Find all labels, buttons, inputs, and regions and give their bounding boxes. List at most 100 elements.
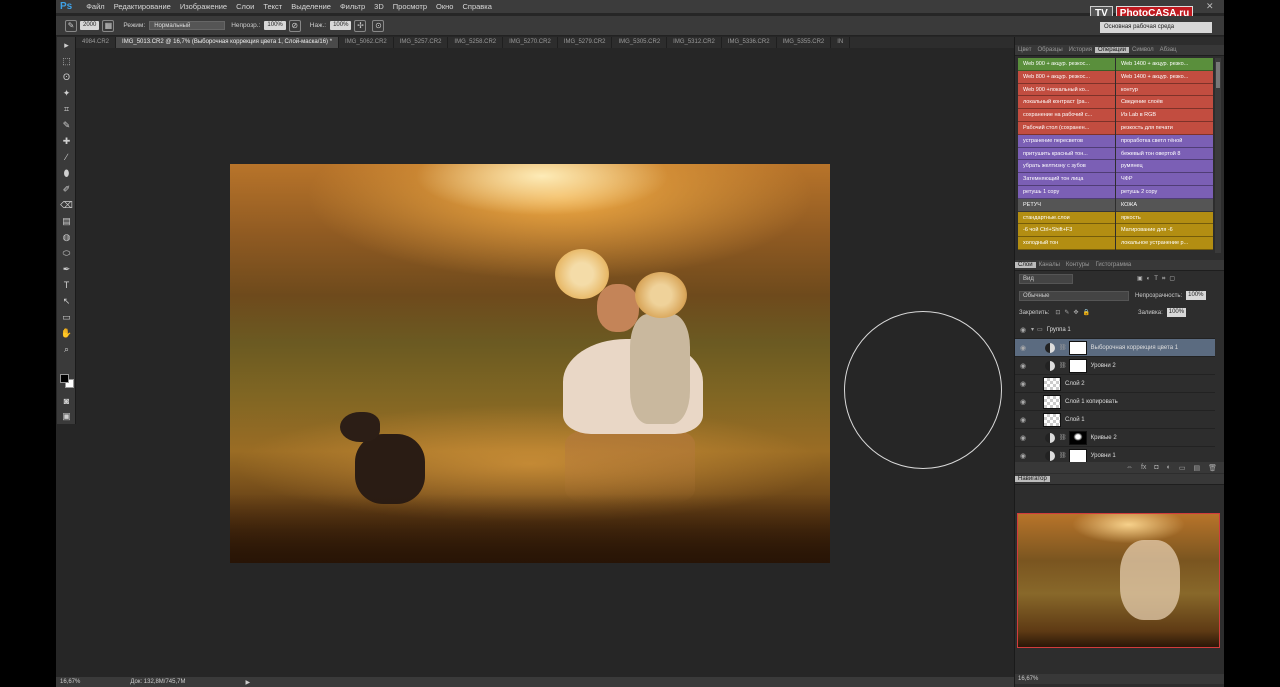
- doc-tab[interactable]: IMG_5270.CR2: [503, 37, 558, 48]
- adjustment-layer-icon[interactable]: ◐: [1167, 464, 1171, 471]
- zoom-tool-icon[interactable]: ⌕: [57, 341, 76, 357]
- history-brush-tool-icon[interactable]: ✐: [57, 181, 76, 197]
- eye-icon[interactable]: ◉: [1015, 434, 1031, 442]
- layer-thumb[interactable]: [1043, 376, 1061, 391]
- menu-file[interactable]: Файл: [86, 2, 104, 11]
- move-tool-icon[interactable]: ▸: [57, 37, 76, 53]
- new-layer-icon[interactable]: ▤: [1193, 464, 1200, 472]
- type-tool-icon[interactable]: T: [57, 277, 76, 293]
- action-button[interactable]: локальное устранение р...: [1116, 237, 1213, 250]
- action-button[interactable]: Затемняющий тон лица: [1018, 173, 1115, 186]
- pressure-opacity-icon[interactable]: ⊘: [288, 19, 301, 32]
- action-button[interactable]: проработка светл тёной: [1116, 134, 1213, 148]
- action-button[interactable]: Web 1400 + акцур. резко...: [1116, 70, 1213, 84]
- action-button[interactable]: яркость: [1116, 211, 1213, 225]
- navigator-preview[interactable]: [1017, 513, 1220, 648]
- doc-tab[interactable]: IMG_5257.CR2: [394, 37, 449, 48]
- tab-paths[interactable]: Контуры: [1063, 262, 1093, 268]
- action-button[interactable]: резкость для печати: [1116, 121, 1213, 135]
- shape-tool-icon[interactable]: ▭: [57, 309, 76, 325]
- action-button[interactable]: стандартные.слои: [1018, 211, 1115, 225]
- close-icon[interactable]: ✕: [1206, 1, 1214, 12]
- eye-icon[interactable]: ◉: [1015, 362, 1031, 370]
- link-layers-icon[interactable]: ⇔: [1126, 464, 1133, 471]
- mode-dropdown[interactable]: Нормальный: [149, 21, 226, 30]
- doc-tab[interactable]: IMG_5355.CR2: [777, 37, 832, 48]
- layer-row-layer-1-copy[interactable]: ◉ Слой 1 копировать: [1015, 393, 1215, 411]
- tab-actions[interactable]: Операции: [1094, 47, 1130, 53]
- layer-row-curves-2[interactable]: ◉ ⛓ Кривые 2: [1015, 429, 1215, 447]
- blend-mode-dropdown[interactable]: Обычные: [1019, 290, 1129, 301]
- gradient-tool-icon[interactable]: ▤: [57, 213, 76, 229]
- action-button[interactable]: устранение пересветов: [1018, 134, 1115, 148]
- layer-row-levels-2[interactable]: ◉ ⛓ Уровни 2: [1015, 357, 1215, 375]
- workspace-dropdown[interactable]: Основная рабочая среда: [1100, 22, 1212, 33]
- tab-swatches[interactable]: Образцы: [1034, 47, 1065, 53]
- action-button[interactable]: притушить красный тон...: [1018, 147, 1115, 161]
- layer-mask-thumb[interactable]: [1068, 340, 1087, 355]
- tab-layers[interactable]: Слои: [1015, 262, 1036, 268]
- tab-channels[interactable]: Каналы: [1036, 262, 1063, 268]
- eye-icon[interactable]: ◉: [1015, 380, 1031, 388]
- eye-icon[interactable]: ◉: [1015, 326, 1031, 334]
- doc-tab[interactable]: IMG_5062.CR2: [339, 37, 394, 48]
- action-button[interactable]: Web 800 + акцур. резкос...: [1018, 70, 1115, 84]
- action-button[interactable]: ЧФР: [1116, 173, 1213, 186]
- pen-tool-icon[interactable]: ✒: [57, 261, 76, 277]
- document-photo[interactable]: [230, 164, 830, 563]
- navigator-zoom[interactable]: 16,67%: [1015, 674, 1224, 684]
- layer-opacity-value[interactable]: 100%: [1186, 291, 1206, 300]
- status-zoom[interactable]: 16,67%: [60, 679, 80, 685]
- disclosure-icon[interactable]: ▾: [1031, 326, 1034, 333]
- layer-mask-thumb[interactable]: [1068, 448, 1087, 463]
- scrollbar-thumb[interactable]: [1216, 62, 1220, 88]
- layer-mask-thumb[interactable]: [1068, 358, 1087, 373]
- brush-preset-icon[interactable]: ✎: [65, 19, 77, 32]
- layer-thumb[interactable]: [1043, 412, 1061, 427]
- tab-history[interactable]: История: [1066, 47, 1095, 53]
- lock-icons[interactable]: ⊡✎✥🔒: [1055, 309, 1094, 316]
- action-button[interactable]: РЕТУЧ: [1018, 198, 1115, 212]
- eye-icon[interactable]: ◉: [1015, 344, 1031, 352]
- chain-icon[interactable]: ⛓: [1059, 434, 1067, 441]
- tab-paragraph[interactable]: Абзац: [1157, 47, 1180, 53]
- action-button[interactable]: ретушь 1 copy: [1018, 185, 1115, 199]
- opacity-value[interactable]: 100%: [264, 21, 286, 30]
- layer-row-layer-1[interactable]: ◉ Слой 1: [1015, 411, 1215, 429]
- doc-tab[interactable]: IN: [831, 37, 851, 48]
- action-button[interactable]: Из Lab в RGB: [1116, 109, 1213, 122]
- trash-icon[interactable]: 🗑: [1208, 464, 1217, 472]
- chain-icon[interactable]: ⛓: [1059, 362, 1067, 369]
- action-button[interactable]: контур: [1116, 83, 1213, 97]
- lasso-tool-icon[interactable]: ʘ: [57, 69, 76, 85]
- brush-tool-icon[interactable]: ∕: [57, 149, 76, 165]
- quick-mask-icon[interactable]: ◙: [57, 393, 76, 409]
- menu-image[interactable]: Изображение: [180, 2, 227, 11]
- action-button[interactable]: Сведение слоёв: [1116, 96, 1213, 110]
- eyedropper-tool-icon[interactable]: ✎: [57, 117, 76, 133]
- marquee-tool-icon[interactable]: ⬚: [57, 53, 76, 69]
- action-button[interactable]: сохранение на рабочий с...: [1018, 109, 1115, 122]
- fill-value[interactable]: 100%: [1166, 308, 1187, 317]
- crop-tool-icon[interactable]: ⌗: [57, 101, 76, 117]
- canvas-area[interactable]: [76, 48, 1014, 676]
- menu-filter[interactable]: Фильтр: [340, 2, 365, 11]
- chain-icon[interactable]: ⛓: [1059, 344, 1067, 351]
- eye-icon[interactable]: ◉: [1015, 398, 1031, 406]
- doc-tab[interactable]: IMG_5305.CR2: [612, 37, 668, 48]
- filter-icons[interactable]: ▣◐T⌗▢: [1137, 275, 1179, 283]
- foreground-color-swatch[interactable]: [60, 374, 69, 383]
- menu-view[interactable]: Просмотр: [393, 2, 427, 11]
- tab-character[interactable]: Символ: [1129, 47, 1157, 53]
- eye-icon[interactable]: ◉: [1015, 452, 1031, 460]
- action-button[interactable]: румянец: [1116, 160, 1213, 174]
- doc-tab[interactable]: IMG_5279.CR2: [558, 37, 613, 48]
- action-button[interactable]: Web 900 +локальный ко...: [1018, 83, 1115, 97]
- healing-tool-icon[interactable]: ✚: [57, 133, 76, 149]
- action-button[interactable]: холодный тон: [1018, 237, 1115, 250]
- tab-navigator[interactable]: Навигатор: [1015, 476, 1050, 482]
- path-select-tool-icon[interactable]: ↖: [57, 293, 76, 309]
- add-mask-icon[interactable]: ◘: [1154, 464, 1158, 471]
- menu-select[interactable]: Выделение: [291, 2, 331, 11]
- quick-select-tool-icon[interactable]: ✦: [57, 85, 76, 101]
